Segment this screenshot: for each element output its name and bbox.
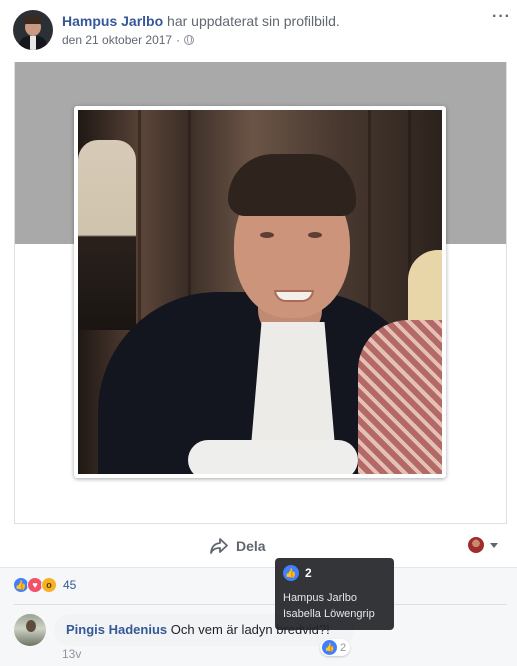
share-arrow-icon	[210, 538, 228, 554]
comment-like-count: 2	[340, 641, 347, 654]
like-icon: 👍	[283, 565, 299, 581]
post-header: Hampus Jarlbo har uppdaterat sin profilb…	[62, 13, 340, 29]
meta-separator: ·	[176, 33, 181, 47]
comment-author-link[interactable]: Pingis Hadenius	[66, 622, 167, 637]
viewer-avatar	[468, 537, 484, 553]
author-avatar[interactable]	[13, 10, 53, 50]
tooltip-count: 2	[305, 566, 312, 580]
divider	[14, 604, 507, 605]
post-card: Hampus Jarlbo har uppdaterat sin profilb…	[0, 0, 517, 666]
share-button[interactable]: Dela	[209, 537, 266, 555]
comment-timestamp[interactable]: 13v	[62, 647, 81, 661]
more-options-icon[interactable]: ···	[492, 8, 511, 26]
globe-icon[interactable]	[184, 35, 195, 45]
reactions-tooltip: 👍 2 Hampus Jarlbo Isabella Löwengrip	[275, 558, 394, 630]
post-meta: den 21 oktober 2017 ·	[62, 33, 195, 47]
comment-reaction-count[interactable]: 👍 2	[320, 639, 351, 656]
post-date[interactable]: den 21 oktober 2017	[62, 33, 172, 47]
caret-down-icon	[490, 542, 498, 548]
tooltip-name: Hampus Jarlbo	[283, 592, 357, 604]
profile-picture-frame[interactable]	[74, 106, 446, 478]
reaction-count[interactable]: 45	[63, 578, 76, 592]
tooltip-names: Hampus Jarlbo Isabella Löwengrip	[283, 590, 386, 622]
tooltip-name: Isabella Löwengrip	[283, 608, 375, 620]
wow-reaction-icon: o	[41, 577, 57, 593]
commenter-avatar[interactable]	[14, 614, 46, 646]
viewer-selector[interactable]	[468, 537, 498, 553]
reaction-summary[interactable]: 👍 ♥ o 45	[13, 577, 76, 593]
author-name-link[interactable]: Hampus Jarlbo	[62, 13, 163, 29]
like-icon: 👍	[322, 640, 337, 655]
share-label: Dela	[236, 538, 266, 554]
profile-photo[interactable]	[78, 110, 442, 474]
post-action-text: har uppdaterat sin profilbild.	[167, 13, 340, 29]
